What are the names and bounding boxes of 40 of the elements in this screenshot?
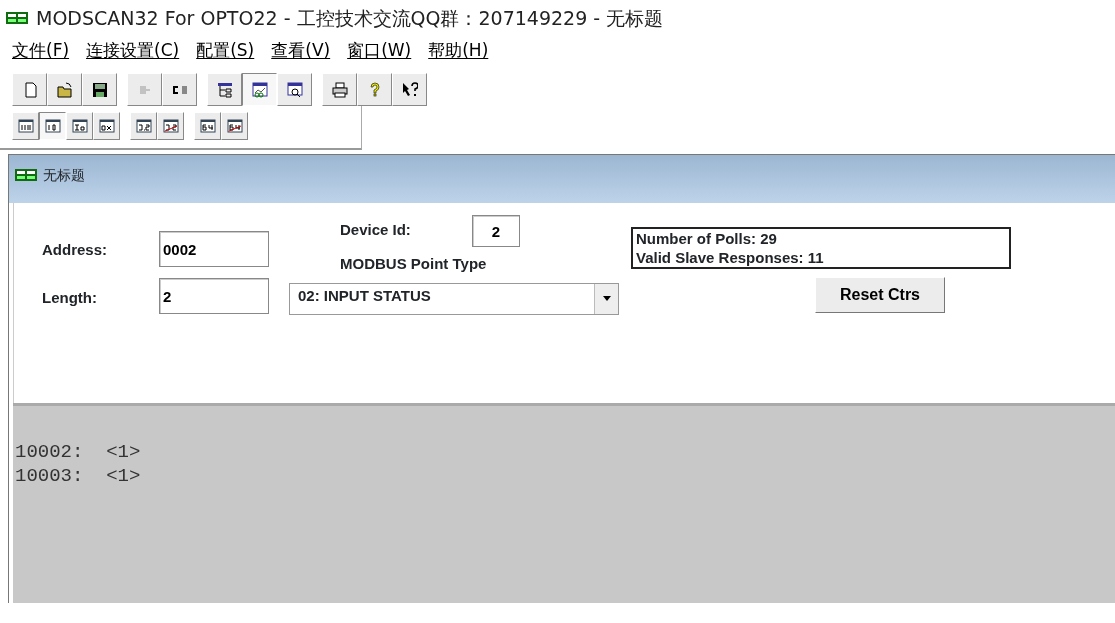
- menu-item[interactable]: 查看(V): [271, 38, 331, 64]
- menu-item[interactable]: 文件(F): [12, 38, 70, 64]
- tree-window-icon: [216, 81, 233, 98]
- point-type-label: MODBUS Point Type: [340, 255, 487, 272]
- device-id-label: Device Id:: [340, 221, 411, 238]
- menu-item[interactable]: 帮助(H): [428, 38, 489, 64]
- format-button[interactable]: [39, 112, 66, 140]
- data-row: 10002: <1>: [15, 440, 141, 464]
- data-format-icon: [135, 118, 152, 134]
- window-title: MODSCAN32 For OPTO22 - 工控技术交流QQ群：207149229 - 无标题: [36, 5, 664, 31]
- length-field[interactable]: 2: [159, 278, 269, 314]
- counter-text: Number of Polls: 29: [636, 229, 778, 248]
- chart-window-icon: [251, 81, 268, 98]
- pointer-help-icon: [401, 81, 418, 98]
- printer-icon: [331, 81, 348, 98]
- length-label: Length:: [42, 289, 97, 306]
- app-icon: [6, 12, 28, 24]
- data-format-icon: [17, 118, 34, 134]
- data-format-icon: [226, 118, 243, 134]
- magnifier-window-icon: [286, 81, 303, 98]
- reset-counters-button[interactable]: Reset Ctrs: [815, 277, 945, 313]
- data-format-icon: [71, 118, 88, 134]
- menu-item[interactable]: 配置(S): [196, 38, 255, 64]
- point-type-dropdown[interactable]: 02: INPUT STATUS: [289, 283, 619, 315]
- document-icon: [15, 169, 37, 181]
- dropdown-arrow-icon: [601, 296, 612, 302]
- data-row: 10003: <1>: [15, 464, 141, 488]
- address-label: Address:: [42, 241, 108, 258]
- document-title: 无标题: [43, 166, 85, 185]
- data-format-icon: [98, 118, 115, 134]
- counter-text: Valid Slave Responses: 11: [636, 248, 825, 267]
- data-format-icon: [44, 118, 61, 134]
- folder-icon: [56, 81, 73, 98]
- toolbar-button[interactable]: [242, 73, 277, 106]
- menu-item[interactable]: 连接设置(C): [86, 38, 180, 64]
- address-field[interactable]: 0002: [159, 231, 269, 267]
- device-id-field[interactable]: 2: [472, 215, 520, 247]
- data-format-icon: [199, 118, 216, 134]
- data-format-icon: [162, 118, 179, 134]
- menu-item[interactable]: 窗口(W): [347, 38, 412, 64]
